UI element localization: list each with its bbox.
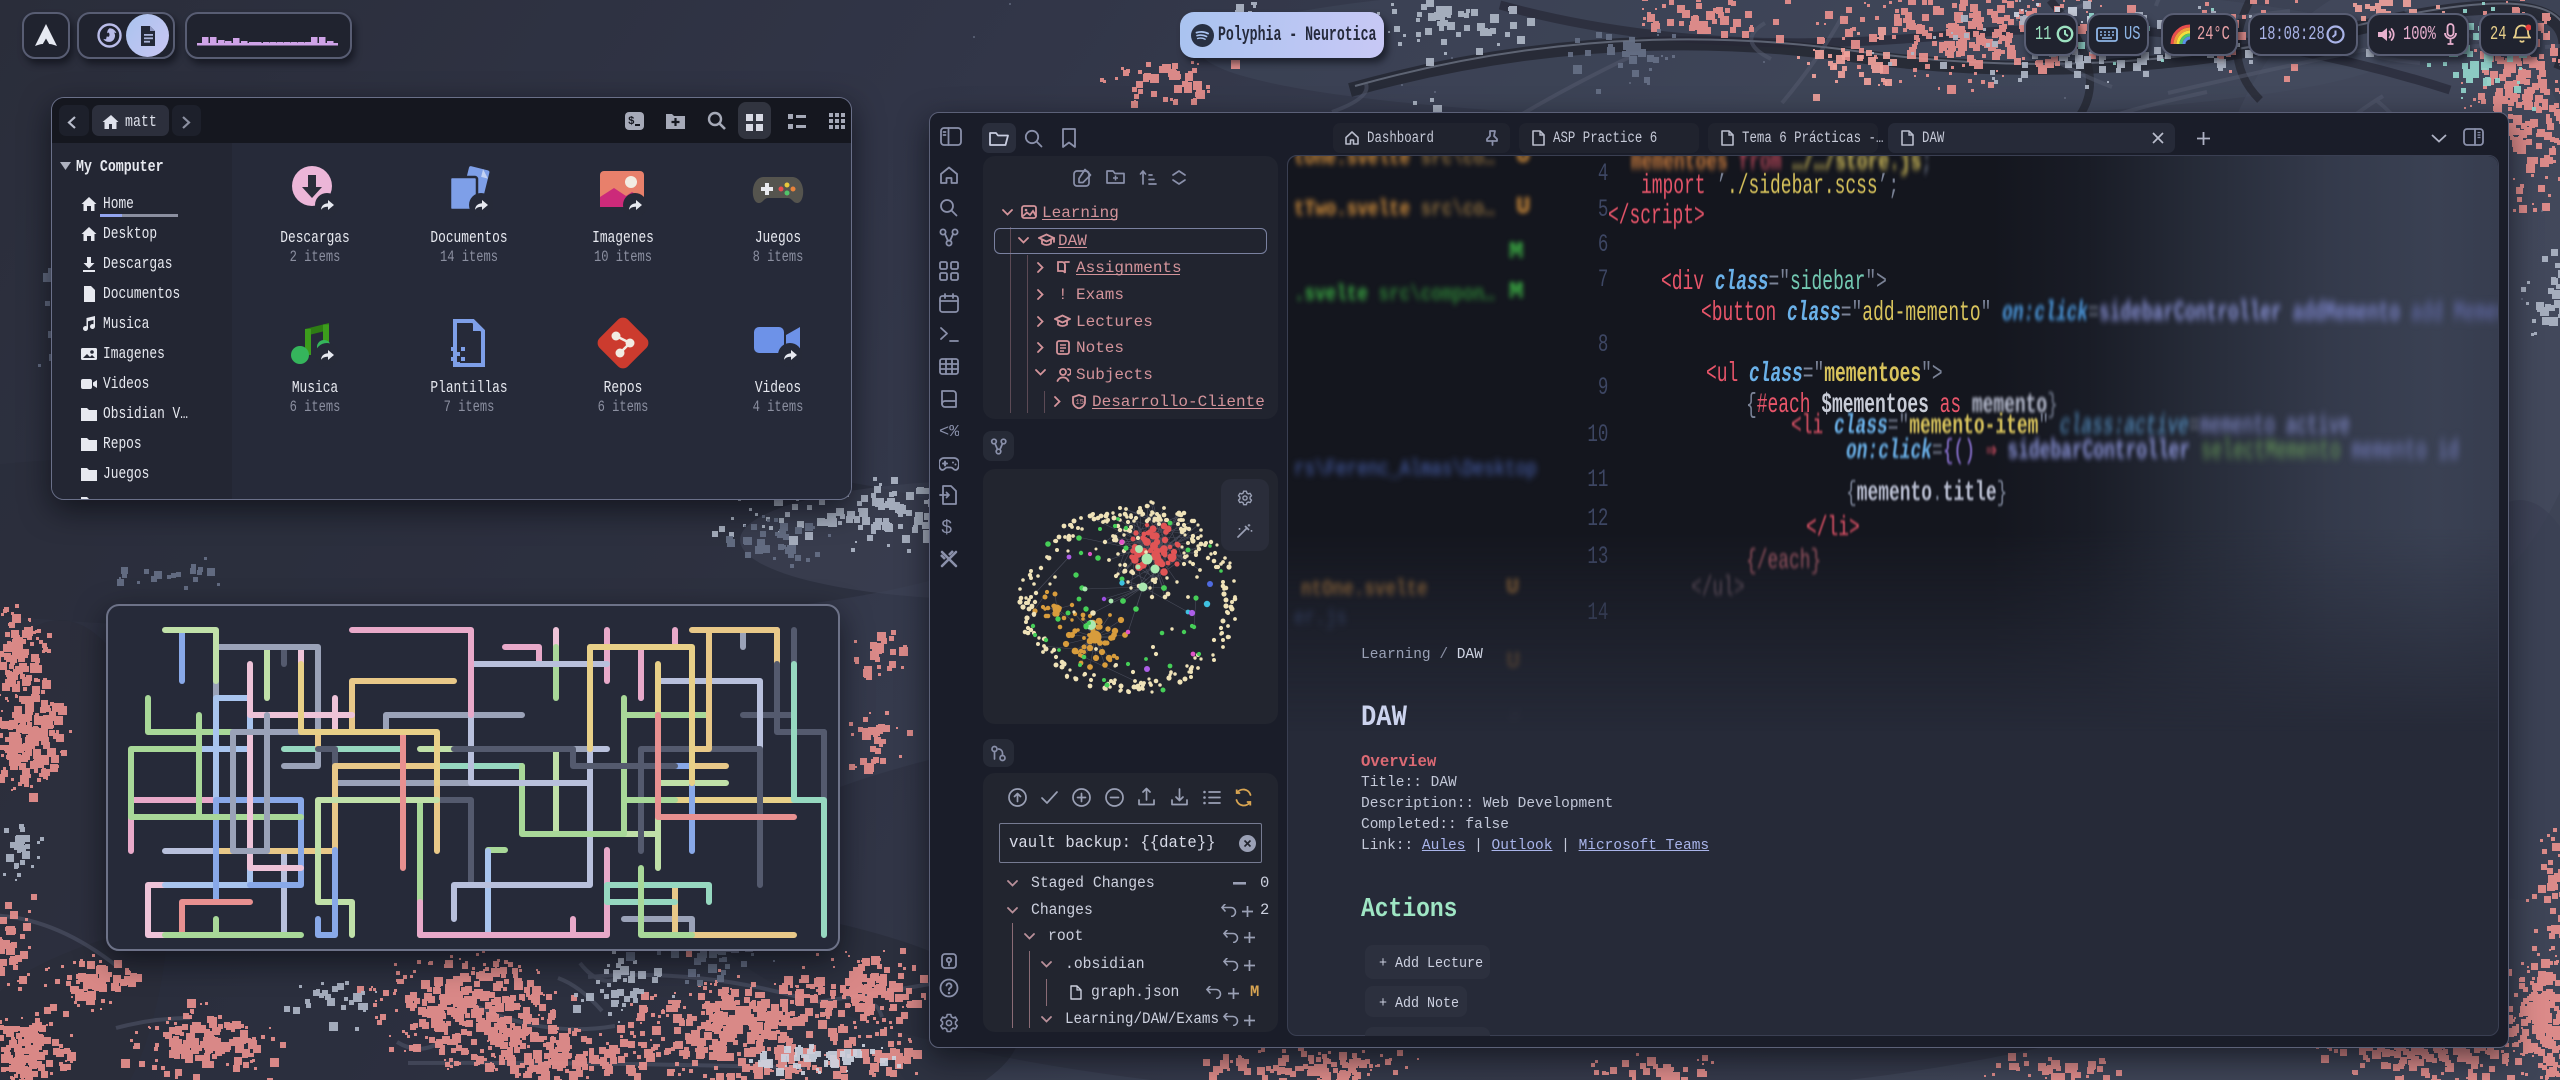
svg-text:<%: <% (939, 423, 959, 441)
svg-text:$: $ (628, 116, 635, 128)
svg-text:15: 15 (1076, 399, 1084, 407)
svg-text:$: $ (941, 517, 952, 537)
